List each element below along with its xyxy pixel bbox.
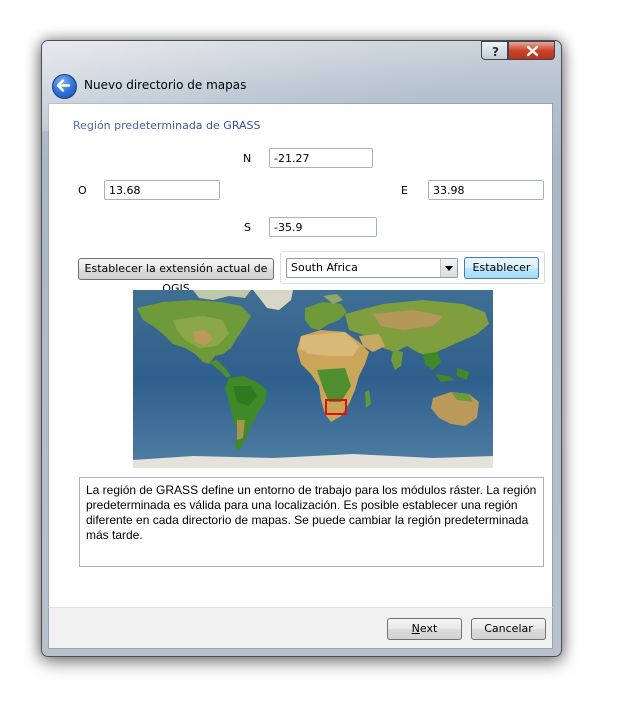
svg-text:?: ? bbox=[492, 45, 499, 59]
chevron-down-icon bbox=[445, 266, 453, 271]
set-region-button[interactable]: Establecer bbox=[464, 257, 539, 279]
set-qgis-extent-button[interactable]: Establecer la extensión actual de QGIS bbox=[78, 258, 274, 295]
north-input[interactable] bbox=[269, 148, 373, 168]
east-label: E bbox=[401, 184, 408, 197]
world-map[interactable] bbox=[133, 290, 493, 468]
next-button[interactable]: Next bbox=[387, 618, 462, 640]
question-icon: ? bbox=[492, 45, 499, 59]
back-button[interactable] bbox=[52, 74, 77, 99]
region-select[interactable]: South Africa bbox=[286, 258, 458, 278]
help-button[interactable]: ? bbox=[481, 41, 508, 60]
north-label: N bbox=[243, 152, 252, 165]
wizard-page: Región predeterminada de GRASS N O E S E… bbox=[48, 103, 553, 607]
section-title: Región predeterminada de GRASS bbox=[73, 119, 261, 132]
west-input[interactable] bbox=[104, 180, 220, 200]
west-label: O bbox=[78, 184, 87, 197]
south-label: S bbox=[244, 221, 251, 234]
next-label: ext bbox=[419, 622, 438, 635]
wizard-window: ? Nuevo directorio de mapas Región prede… bbox=[41, 40, 562, 657]
window-title: Nuevo directorio de mapas bbox=[84, 78, 247, 92]
back-arrow-icon bbox=[56, 79, 71, 92]
close-icon bbox=[526, 45, 539, 57]
east-input[interactable] bbox=[428, 180, 544, 200]
footer-bar: Next Cancelar bbox=[48, 607, 553, 649]
south-input[interactable] bbox=[269, 217, 377, 237]
world-map-image bbox=[133, 290, 493, 468]
region-select-value: South Africa bbox=[291, 261, 358, 274]
close-button[interactable] bbox=[508, 41, 555, 60]
description-text: La región de GRASS define un entorno de … bbox=[79, 477, 544, 567]
next-mnemonic: N bbox=[411, 622, 420, 635]
dropdown-arrow-button[interactable] bbox=[440, 259, 457, 277]
cancel-button[interactable]: Cancelar bbox=[471, 618, 546, 640]
